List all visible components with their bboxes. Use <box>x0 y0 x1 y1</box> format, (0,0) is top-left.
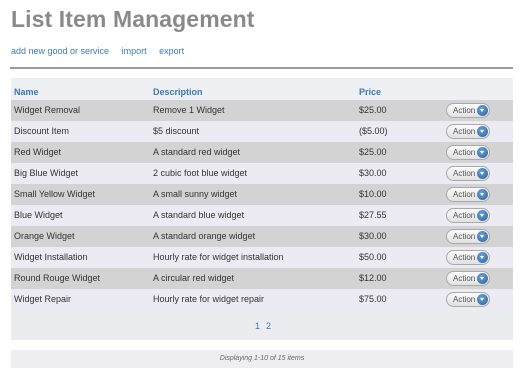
row-name: Widget Repair <box>14 294 72 304</box>
action-button[interactable]: Action <box>446 166 490 181</box>
row-price: $25.00 <box>359 147 387 157</box>
table-row[interactable]: Small Yellow Widget A small sunny widget $… <box>11 184 513 205</box>
chevron-down-icon <box>477 168 488 179</box>
row-name: Red Widget <box>14 147 62 157</box>
row-price: $30.00 <box>359 231 387 241</box>
action-button[interactable]: Action <box>446 187 490 202</box>
row-price: $75.00 <box>359 294 387 304</box>
row-description: Remove 1 Widget <box>153 105 225 115</box>
table-row[interactable]: Widget Removal Remove 1 Widget $25.00 Actio… <box>11 100 513 121</box>
page-link-2[interactable]: 2 <box>266 321 271 331</box>
row-name: Small Yellow Widget <box>14 189 96 199</box>
action-button[interactable]: Action <box>446 229 490 244</box>
table-row[interactable]: Blue Widget A standard blue widget $27.55 A… <box>11 205 513 226</box>
action-button-label: Action <box>453 274 476 283</box>
table-row[interactable]: Discount Item $5 discount ($5.00) Action <box>11 121 513 142</box>
action-button-label: Action <box>453 211 476 220</box>
chevron-down-icon <box>477 252 488 263</box>
chevron-down-icon <box>477 294 488 305</box>
action-button-label: Action <box>453 127 476 136</box>
row-price: $27.55 <box>359 210 387 220</box>
chevron-down-icon <box>477 105 488 116</box>
table-row[interactable]: Widget Installation Hourly rate for widge… <box>11 247 513 268</box>
row-price: $50.00 <box>359 252 387 262</box>
import-link[interactable]: import <box>122 46 147 56</box>
table-row[interactable]: Orange Widget A standard orange widget $30… <box>11 226 513 247</box>
page-link-1[interactable]: 1 <box>255 321 260 331</box>
add-item-link[interactable]: add new good or service <box>11 46 109 56</box>
action-button[interactable]: Action <box>446 103 490 118</box>
action-button[interactable]: Action <box>446 124 490 139</box>
action-button[interactable]: Action <box>446 271 490 286</box>
row-name: Orange Widget <box>14 231 75 241</box>
page-title: List Item Management <box>11 6 255 32</box>
action-button-label: Action <box>453 232 476 241</box>
row-price: $30.00 <box>359 168 387 178</box>
column-header-name[interactable]: Name <box>14 87 39 97</box>
action-button[interactable]: Action <box>446 250 490 265</box>
row-description: $5 discount <box>153 126 200 136</box>
row-name: Blue Widget <box>14 210 63 220</box>
table-row[interactable]: Round Rouge Widget A circular red widget $… <box>11 268 513 289</box>
row-description: Hourly rate for widget installation <box>153 252 284 262</box>
action-button-label: Action <box>453 169 476 178</box>
export-link[interactable]: export <box>159 46 184 56</box>
row-price: $25.00 <box>359 105 387 115</box>
row-description: A standard blue widget <box>153 210 245 220</box>
table-body: Widget Removal Remove 1 Widget $25.00 Actio… <box>11 100 513 310</box>
divider <box>10 67 513 69</box>
chevron-down-icon <box>477 126 488 137</box>
action-button-label: Action <box>453 253 476 262</box>
action-button-label: Action <box>453 148 476 157</box>
pagination: 1 2 <box>11 310 513 340</box>
row-description: 2 cubic foot blue widget <box>153 168 248 178</box>
row-description: A standard orange widget <box>153 231 256 241</box>
row-name: Big Blue Widget <box>14 168 79 178</box>
row-description: Hourly rate for widget repair <box>153 294 265 304</box>
chevron-down-icon <box>477 210 488 221</box>
action-button-label: Action <box>453 295 476 304</box>
top-links: add new good or service import export <box>11 46 194 56</box>
chevron-down-icon <box>477 231 488 242</box>
chevron-down-icon <box>477 273 488 284</box>
action-button-label: Action <box>453 106 476 115</box>
column-header-price[interactable]: Price <box>359 87 381 97</box>
action-button[interactable]: Action <box>446 292 490 307</box>
table-row[interactable]: Widget Repair Hourly rate for widget repa… <box>11 289 513 310</box>
row-price: ($5.00) <box>359 126 388 136</box>
chevron-down-icon <box>477 147 488 158</box>
row-name: Widget Installation <box>14 252 88 262</box>
table-row[interactable]: Big Blue Widget 2 cubic foot blue widget $… <box>11 163 513 184</box>
row-description: A small sunny widget <box>153 189 238 199</box>
column-header-description[interactable]: Description <box>153 87 203 97</box>
items-table: Name Description Price Widget Removal Rem… <box>11 78 513 340</box>
row-description: A standard red widget <box>153 147 241 157</box>
row-name: Widget Removal <box>14 105 81 115</box>
row-price: $12.00 <box>359 273 387 283</box>
table-row[interactable]: Red Widget A standard red widget $25.00 Act… <box>11 142 513 163</box>
action-button[interactable]: Action <box>446 208 490 223</box>
row-price: $10.00 <box>359 189 387 199</box>
row-name: Round Rouge Widget <box>14 273 101 283</box>
row-name: Discount Item <box>14 126 70 136</box>
chevron-down-icon <box>477 189 488 200</box>
table-header: Name Description Price <box>11 78 513 100</box>
action-button[interactable]: Action <box>446 145 490 160</box>
action-button-label: Action <box>453 190 476 199</box>
row-description: A circular red widget <box>153 273 235 283</box>
status-bar: Displaying 1-10 of 15 items <box>11 350 513 368</box>
